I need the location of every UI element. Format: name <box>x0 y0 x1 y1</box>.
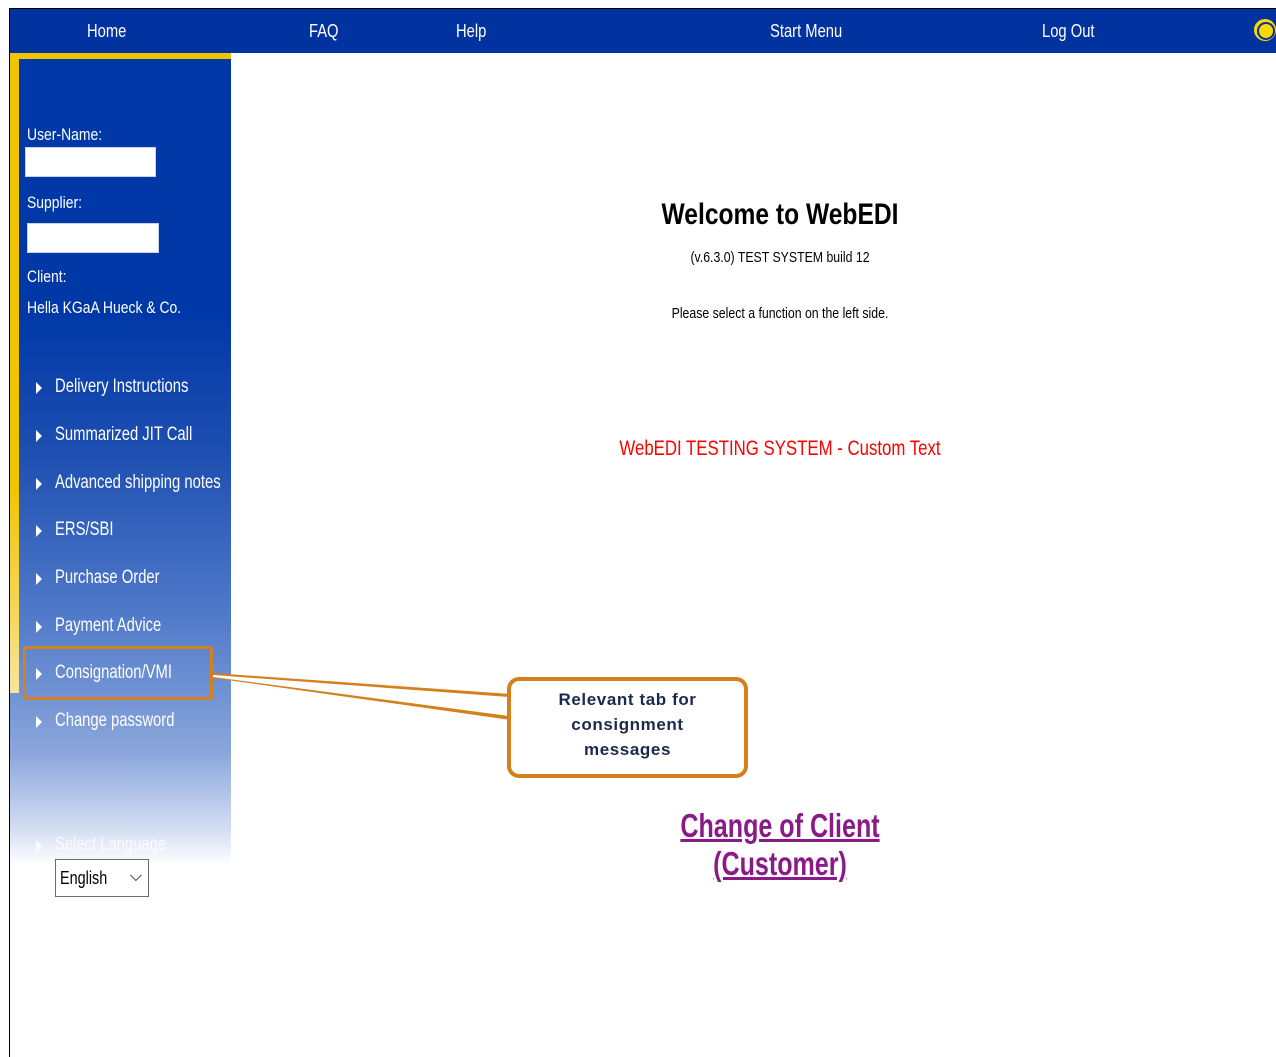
language-select-value: English <box>60 868 108 888</box>
menu-purchase-order[interactable]: Purchase Order <box>30 564 220 594</box>
sidebar-accent-left <box>10 53 19 693</box>
menu-label: Payment Advice <box>55 615 162 636</box>
nav-log-out[interactable]: Log Out <box>1042 9 1095 53</box>
top-nav-bar: Home FAQ Help Start Menu Log Out <box>10 9 1276 53</box>
chevron-right-icon <box>36 840 42 852</box>
chevron-right-icon <box>36 382 42 394</box>
menu-ers-sbi[interactable]: ERS/SBI <box>30 516 220 546</box>
chevron-down-icon: ⌵ <box>129 868 142 885</box>
menu-advanced-shipping-notes[interactable]: Advanced shipping notes <box>30 469 221 499</box>
nav-start-menu[interactable]: Start Menu <box>770 9 842 53</box>
client-label: Client: <box>27 267 67 286</box>
nav-faq[interactable]: FAQ <box>309 9 339 53</box>
instruction-text: Please select a function on the left sid… <box>671 305 889 322</box>
chevron-right-icon <box>36 716 42 728</box>
menu-select-language: Select Language <box>30 831 220 861</box>
chevron-right-icon <box>36 573 42 585</box>
client-name: Hella KGaA Hueck & Co. <box>27 298 182 317</box>
hella-logo-icon <box>1252 17 1276 43</box>
callout-line-2: consignment <box>571 715 684 734</box>
sidebar-accent-top <box>10 53 231 59</box>
menu-label: Delivery Instructions <box>55 376 189 397</box>
chevron-right-icon <box>36 621 42 633</box>
menu-label: Advanced shipping notes <box>55 472 221 493</box>
version-text: (v.6.3.0) TEST SYSTEM build 12 <box>690 249 870 266</box>
menu-delivery-instructions[interactable]: Delivery Instructions <box>30 373 220 403</box>
username-label: User-Name: <box>27 125 103 144</box>
menu-label: ERS/SBI <box>55 519 114 540</box>
menu-payment-advice[interactable]: Payment Advice <box>30 612 220 642</box>
callout-line-3: messages <box>583 740 672 759</box>
custom-text: WebEDI TESTING SYSTEM - Custom Text <box>619 437 941 460</box>
page-title: Welcome to WebEDI <box>661 198 899 231</box>
supplier-field[interactable] <box>27 223 159 253</box>
callout-box: Relevant tab for consignment messages <box>507 677 748 778</box>
menu-label: Summarized JIT Call <box>55 424 193 445</box>
chevron-right-icon <box>36 478 42 490</box>
change-client-link[interactable]: Change of Client (Customer) <box>613 807 947 883</box>
nav-home[interactable]: Home <box>87 9 126 53</box>
language-select[interactable]: English ⌵ <box>55 859 149 897</box>
nav-help[interactable]: Help <box>456 9 486 53</box>
chevron-right-icon <box>36 525 42 537</box>
callout-line-1: Relevant tab for <box>558 690 697 709</box>
username-field[interactable] <box>25 147 156 177</box>
chevron-right-icon <box>36 430 42 442</box>
menu-summarized-jit-call[interactable]: Summarized JIT Call <box>30 421 220 451</box>
consignation-highlight-box <box>23 646 213 700</box>
menu-label: Purchase Order <box>55 567 160 588</box>
supplier-label: Supplier: <box>27 193 83 212</box>
menu-label: Select Language <box>55 834 167 855</box>
menu-label: Change password <box>55 710 175 731</box>
menu-change-password[interactable]: Change password <box>30 707 220 737</box>
